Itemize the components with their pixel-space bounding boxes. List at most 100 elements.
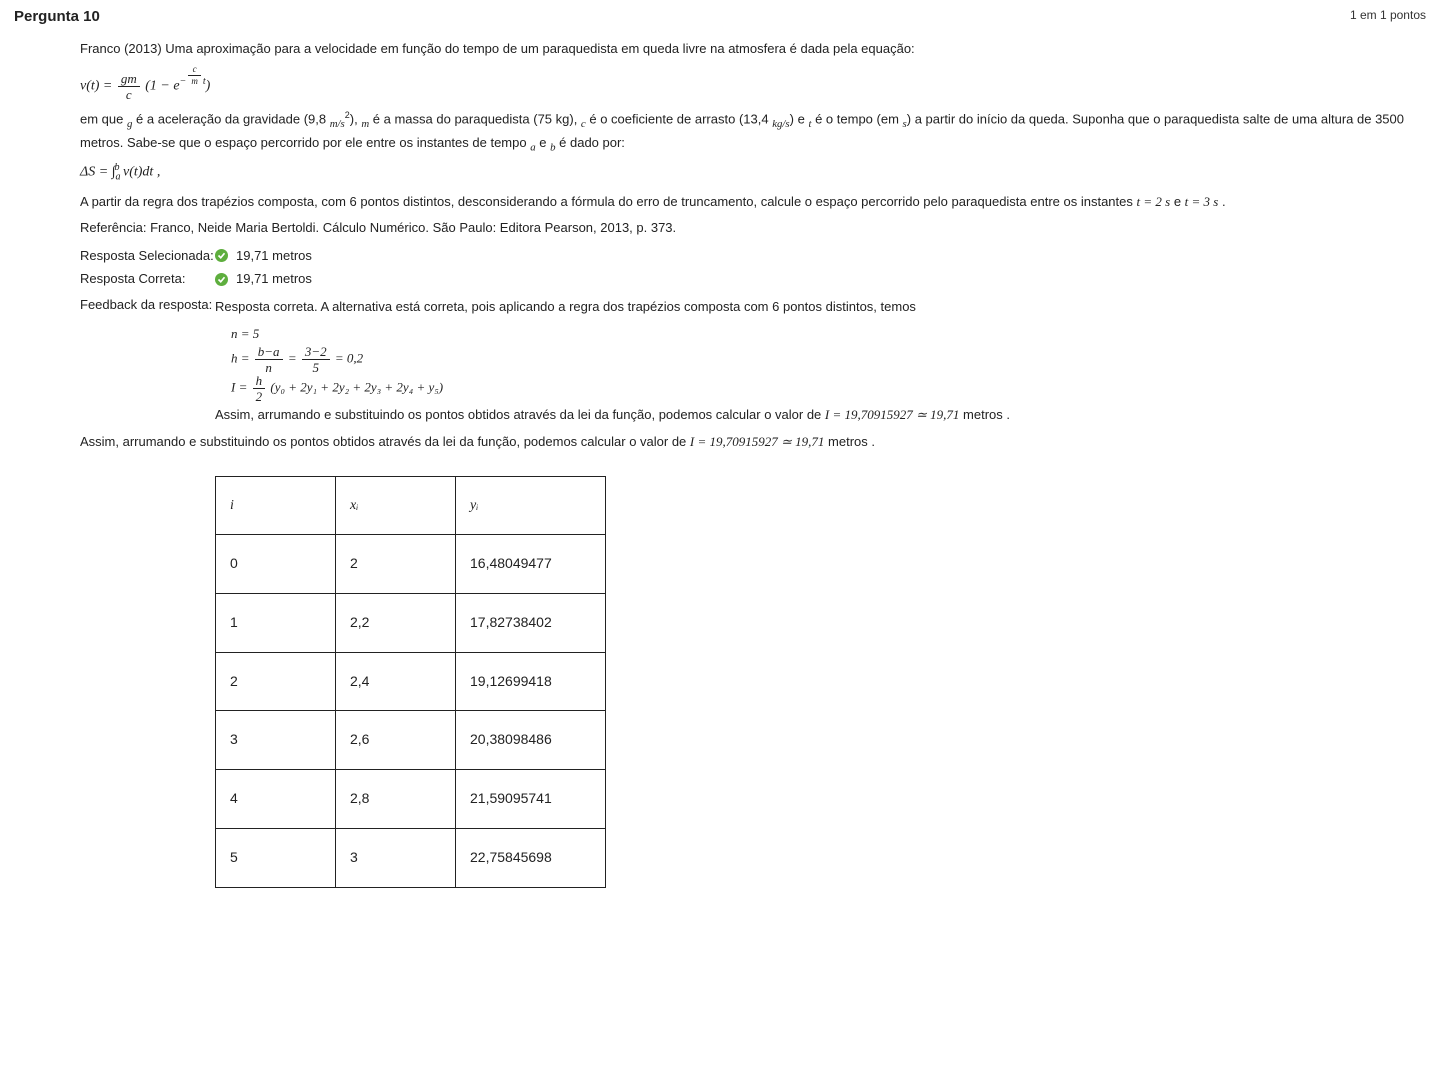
eq1-frac: gm c	[118, 72, 140, 101]
var-a: a	[530, 141, 535, 153]
var-c: c	[581, 118, 586, 130]
problem-description: em que g é a aceleração da gravidade (9,…	[80, 109, 1420, 156]
table-cell: 3	[216, 711, 336, 770]
selected-answer-label: Resposta Selecionada:	[80, 246, 215, 266]
I-val-1: I = 19,70915927 ≃ 19,71	[825, 407, 960, 422]
feedback-conclusion-1: Assim, arrumando e substituindo os ponto…	[215, 405, 1420, 425]
txt: A partir da regra dos trapézios composta…	[80, 194, 1137, 209]
txt: I =	[231, 380, 251, 395]
check-icon	[215, 249, 228, 262]
correct-answer-label: Resposta Correta:	[80, 269, 215, 289]
txt: é a aceleração da gravidade (9,8	[136, 111, 330, 126]
table-row: 5322,75845698	[216, 828, 606, 887]
col-x: xᵢ	[336, 476, 456, 535]
txt: n	[255, 360, 283, 374]
txt: h	[253, 374, 266, 389]
answer-block: Resposta Selecionada: 19,71 metros Respo…	[80, 246, 1420, 289]
problem-task: A partir da regra dos trapézios composta…	[80, 192, 1420, 212]
selected-answer-row: Resposta Selecionada: 19,71 metros	[80, 246, 1420, 266]
txt: ) e	[790, 111, 809, 126]
fm-h: h = b−an = 3−25 = 0,2	[231, 345, 1420, 374]
txt: = 0,2	[335, 351, 363, 366]
table-cell: 21,59095741	[456, 770, 606, 829]
table-cell: 1	[216, 594, 336, 653]
table-cell: 0	[216, 535, 336, 594]
unit-ms: m/s	[330, 118, 345, 130]
t2: t = 3 s	[1185, 194, 1219, 209]
eq1-exp-num: c	[188, 65, 201, 76]
t1: t = 2 s	[1137, 194, 1171, 209]
txt: .	[1218, 194, 1225, 209]
var-t: t	[808, 118, 811, 130]
eq2-tail: v(t)dt ,	[120, 165, 161, 180]
txt: 5	[302, 360, 330, 374]
question-body: Franco (2013) Uma aproximação para a vel…	[80, 39, 1420, 888]
feedback-text: Resposta correta. A alternativa está cor…	[215, 295, 1420, 429]
txt: b−a	[255, 345, 283, 360]
table-row: 12,217,82738402	[216, 594, 606, 653]
question-number: Pergunta 10	[14, 8, 100, 25]
txt: ),	[350, 111, 362, 126]
table-cell: 22,75845698	[456, 828, 606, 887]
problem-intro: Franco (2013) Uma aproximação para a vel…	[80, 39, 1420, 59]
question-points: 1 em 1 pontos	[1350, 8, 1426, 22]
eq1-lhs: v(t) =	[80, 79, 112, 94]
txt: Assim, arrumando e substituindo os ponto…	[80, 434, 690, 449]
correct-answer-row: Resposta Correta: 19,71 metros	[80, 269, 1420, 289]
var-b: b	[550, 141, 555, 153]
eq1-rhs-a: (1 − e	[145, 79, 179, 94]
table-cell: 2,8	[336, 770, 456, 829]
txt: h =	[231, 351, 253, 366]
eq1-frac-num: gm	[118, 72, 140, 87]
I-val-2: I = 19,70915927 ≃ 19,71	[690, 434, 825, 449]
question-header: Pergunta 10 1 em 1 pontos	[14, 8, 1426, 25]
var-m: m	[361, 118, 369, 130]
table-cell: 19,12699418	[456, 652, 606, 711]
data-table: i xᵢ yᵢ 0216,4804947712,217,8273840222,4…	[215, 476, 606, 888]
txt: em que	[80, 111, 127, 126]
feedback-conclusion-2: Assim, arrumando e substituindo os ponto…	[80, 432, 1420, 452]
table-cell: 2	[336, 535, 456, 594]
table-cell: 2,4	[336, 652, 456, 711]
txt: =	[288, 351, 300, 366]
table-cell: 4	[216, 770, 336, 829]
txt: é o tempo (em	[815, 111, 902, 126]
eq1-rhs-b: )	[206, 79, 211, 94]
txt: 3−2	[302, 345, 330, 360]
unit-kgs: kg/s	[772, 118, 789, 130]
check-icon	[215, 273, 228, 286]
table-cell: 2,2	[336, 594, 456, 653]
data-table-wrap: i xᵢ yᵢ 0216,4804947712,217,8273840222,4…	[215, 476, 1420, 888]
correct-answer-value: 19,71 metros	[236, 269, 312, 289]
txt: metros .	[959, 407, 1010, 422]
txt: e	[1170, 194, 1184, 209]
table-cell: 2	[216, 652, 336, 711]
selected-answer-value: 19,71 metros	[236, 246, 312, 266]
col-y: yᵢ	[456, 476, 606, 535]
feedback-math: n = 5 h = b−an = 3−25 = 0,2 I = h2 (y₀ +…	[231, 323, 1420, 403]
feedback-intro: Resposta correta. A alternativa está cor…	[215, 297, 1420, 317]
equation-integral: ΔS = ∫ab v(t)dt ,	[80, 162, 1420, 183]
table-cell: 20,38098486	[456, 711, 606, 770]
table-cell: 3	[336, 828, 456, 887]
table-cell: 5	[216, 828, 336, 887]
txt: (y₀ + 2y₁ + 2y₂ + 2y₃ + 2y₄ + y₅)	[270, 380, 443, 395]
fm-I: I = h2 (y₀ + 2y₁ + 2y₂ + 2y₃ + 2y₄ + y₅)	[231, 374, 1420, 403]
feedback-label: Feedback da resposta:	[80, 295, 215, 429]
table-cell: 2,6	[336, 711, 456, 770]
var-g: g	[127, 118, 132, 130]
table-row: 0216,48049477	[216, 535, 606, 594]
txt: é o coeficiente de arrasto (13,4	[589, 111, 772, 126]
txt: é a massa do paraquedista (75 kg),	[373, 111, 581, 126]
table-header-row: i xᵢ yᵢ	[216, 476, 606, 535]
col-i: i	[216, 476, 336, 535]
eq2-lhs: ΔS = ∫	[80, 165, 116, 180]
table-row: 22,419,12699418	[216, 652, 606, 711]
feedback-block: Feedback da resposta: Resposta correta. …	[80, 295, 1420, 429]
eq1-exp-den: m	[188, 76, 201, 86]
question-page: Pergunta 10 1 em 1 pontos Franco (2013) …	[0, 0, 1440, 1080]
problem-reference: Referência: Franco, Neide Maria Bertoldi…	[80, 218, 1420, 238]
eq1-frac-den: c	[118, 87, 140, 101]
table-row: 42,821,59095741	[216, 770, 606, 829]
txt: 2	[253, 389, 266, 403]
